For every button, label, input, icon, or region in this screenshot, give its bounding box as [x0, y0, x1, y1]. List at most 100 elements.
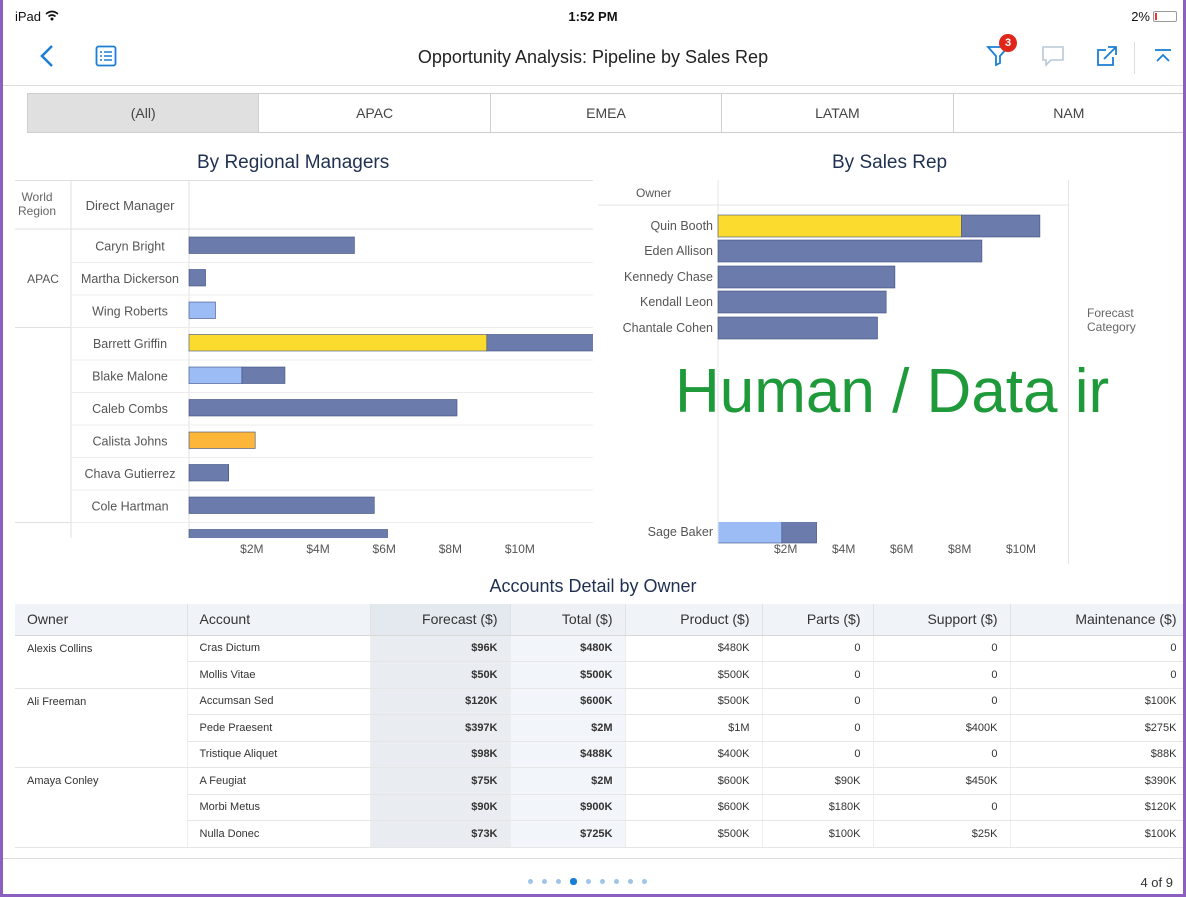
- bar-segment[interactable]: [188, 431, 256, 449]
- manager-label: Caleb Combs: [92, 402, 168, 416]
- forecast-cell: $73K: [370, 820, 511, 848]
- col-parts[interactable]: Parts ($): [762, 604, 874, 636]
- table-row[interactable]: Mollis Vitae $50K $500K $500K 0 0 0: [15, 661, 1183, 689]
- row-header-region-2: Region: [18, 204, 56, 218]
- bar-segment[interactable]: [188, 496, 375, 514]
- page-dot[interactable]: [600, 879, 605, 884]
- parts-cell: 0: [762, 635, 874, 662]
- support-cell: $450K: [873, 767, 1011, 795]
- owner-cell: [15, 741, 188, 768]
- page-dots[interactable]: [528, 878, 647, 885]
- col-owner[interactable]: Owner: [15, 604, 188, 636]
- page-dot[interactable]: [628, 879, 633, 884]
- segment-apac[interactable]: APAC: [259, 94, 491, 132]
- forecast-cell: $397K: [370, 714, 511, 742]
- bar-segment[interactable]: [717, 239, 983, 263]
- maintenance-cell: $120K: [1010, 794, 1183, 821]
- forecast-cell: $90K: [370, 794, 511, 821]
- x-tick-label: $10M: [1006, 542, 1037, 556]
- bar-segment[interactable]: [188, 269, 206, 287]
- bar-segment[interactable]: [781, 520, 817, 544]
- maintenance-cell: $88K: [1010, 741, 1183, 768]
- page-dot[interactable]: [556, 879, 561, 884]
- col-total[interactable]: Total ($): [510, 604, 626, 636]
- segment-emea[interactable]: EMEA: [491, 94, 723, 132]
- bar-segment[interactable]: [188, 399, 458, 417]
- page-dot[interactable]: [642, 879, 647, 884]
- parts-cell: 0: [762, 714, 874, 742]
- segment-nam[interactable]: NAM: [954, 94, 1183, 132]
- product-cell: $1M: [625, 714, 763, 742]
- col-forecast[interactable]: Forecast ($): [370, 604, 511, 636]
- account-cell: Mollis Vitae: [187, 661, 371, 689]
- table-row[interactable]: Nulla Donec $73K $725K $500K $100K $25K $100K: [15, 820, 1183, 848]
- owner-cell: [15, 820, 188, 848]
- maintenance-cell: $100K: [1010, 688, 1183, 715]
- page-dot[interactable]: [542, 879, 547, 884]
- owner-label: Chantale Cohen: [623, 321, 713, 335]
- footer: 4 of 9: [3, 858, 1183, 894]
- bar-segment[interactable]: [188, 301, 216, 319]
- account-cell: Tristique Aliquet: [187, 741, 371, 768]
- status-bar: iPad 1:52 PM 2%: [3, 0, 1183, 30]
- manager-label: Wing Roberts: [92, 304, 168, 318]
- total-cell: $725K: [510, 820, 626, 848]
- table-row[interactable]: Morbi Metus $90K $900K $600K $180K 0 $120K: [15, 794, 1183, 821]
- battery-percent: 2%: [1131, 9, 1150, 24]
- bar-segment[interactable]: [717, 520, 783, 544]
- bar-segment[interactable]: [717, 316, 878, 340]
- row-header-manager: Direct Manager: [86, 198, 176, 213]
- segment-all[interactable]: (All): [28, 94, 260, 132]
- collapse-icon[interactable]: [1153, 48, 1173, 69]
- bar-segment[interactable]: [717, 214, 962, 238]
- page-dot[interactable]: [586, 879, 591, 884]
- bar-segment[interactable]: [188, 366, 243, 384]
- comment-icon[interactable]: [1041, 45, 1065, 72]
- col-maintenance[interactable]: Maintenance ($): [1010, 604, 1183, 636]
- owner-label: Eden Allison: [644, 244, 713, 258]
- page-dot[interactable]: [614, 879, 619, 884]
- page-dot[interactable]: [528, 879, 533, 884]
- bar-segment[interactable]: [717, 265, 896, 289]
- filter-count-badge: 3: [999, 34, 1017, 52]
- table-row[interactable]: Pede Praesent $397K $2M $1M 0 $400K $275K: [15, 714, 1183, 742]
- forecast-category-legend-title: Forecast Category: [1087, 306, 1136, 334]
- table-row[interactable]: Amaya Conley A Feugiat $75K $2M $600K $90K $45…: [15, 767, 1183, 795]
- page-dot[interactable]: [570, 878, 577, 885]
- owner-cell: [15, 661, 188, 689]
- forecast-cell: $96K: [370, 635, 511, 662]
- bar-segment[interactable]: [188, 529, 388, 539]
- x-tick-label: $4M: [832, 542, 856, 556]
- owner-label: Kennedy Chase: [624, 270, 713, 284]
- parts-cell: 0: [762, 741, 874, 768]
- manager-label: Barrett Griffin: [93, 337, 167, 351]
- table-row[interactable]: Ali Freeman Accumsan Sed $120K $600K $500K 0 0…: [15, 688, 1183, 715]
- maintenance-cell: 0: [1010, 661, 1183, 689]
- manager-label: Caryn Bright: [95, 239, 165, 253]
- ipad-screen: iPad 1:52 PM 2% Opportunity Analysis: Pi…: [0, 0, 1186, 897]
- support-cell: 0: [873, 635, 1011, 662]
- segment-latam[interactable]: LATAM: [722, 94, 954, 132]
- table-row[interactable]: Alexis Collins Cras Dictum $96K $480K $480K 0…: [15, 635, 1183, 662]
- bar-segment[interactable]: [241, 366, 286, 384]
- total-cell: $2M: [510, 714, 626, 742]
- account-cell: Cras Dictum: [187, 635, 371, 662]
- overlay-text: Human / Data ir: [675, 357, 1110, 426]
- col-support[interactable]: Support ($): [873, 604, 1011, 636]
- forecast-cell: $75K: [370, 767, 511, 795]
- col-product[interactable]: Product ($): [625, 604, 763, 636]
- bar-segment[interactable]: [486, 334, 593, 352]
- account-cell: Morbi Metus: [187, 794, 371, 821]
- product-cell: $500K: [625, 820, 763, 848]
- bar-segment[interactable]: [961, 214, 1041, 238]
- bar-segment[interactable]: [717, 290, 887, 314]
- bar-segment[interactable]: [188, 464, 230, 482]
- product-cell: $500K: [625, 661, 763, 689]
- bar-segment[interactable]: [188, 334, 488, 352]
- share-icon[interactable]: [1095, 44, 1119, 73]
- table-row[interactable]: Tristique Aliquet $98K $488K $400K 0 0 $88K: [15, 741, 1183, 768]
- bar-segment[interactable]: [188, 236, 355, 254]
- total-cell: $488K: [510, 741, 626, 768]
- maintenance-cell: $390K: [1010, 767, 1183, 795]
- col-account[interactable]: Account: [187, 604, 371, 636]
